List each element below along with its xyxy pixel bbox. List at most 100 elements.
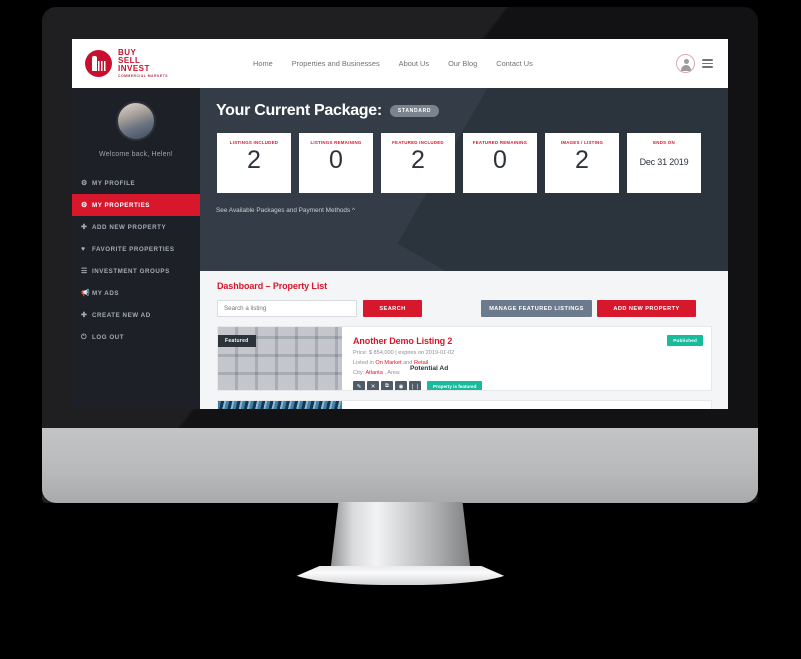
listing-row[interactable]: Featured Demo Listing 2 Price: $ 1,254,3… — [217, 400, 712, 409]
screenshot-stage: BUY SELL INVEST COMMERCIAL MARKETS Home … — [0, 0, 801, 659]
stat-label: LISTINGS REMAINING — [310, 140, 362, 145]
dashboard-content: Dashboard – Property List SEARCH MANAGE … — [200, 271, 728, 409]
listing-details: Another Demo Listing 2 Price: $ 854,000 … — [342, 327, 711, 390]
sidebar-label-add-new-property: ADD NEW PROPERTY — [92, 223, 167, 231]
power-icon: ⏻ — [81, 333, 88, 341]
stat-label: ENDS ON — [653, 140, 675, 145]
sidebar-item-create-new-ad[interactable]: ✚ CREATE NEW AD — [72, 304, 200, 326]
gear-icon: ⚙ — [81, 201, 88, 209]
dashboard-sidebar: Welcome back, Helen! ⚙ MY PROFILE ⚙ MY P… — [72, 88, 200, 409]
listing-row[interactable]: Featured Another Demo Listing 2 Price: $… — [217, 326, 712, 391]
main-navigation: Home Properties and Businesses About Us … — [253, 59, 533, 68]
listing-action-bar: ✎ ✕ ⧉ ◉ ❘❘ Property is featured — [353, 381, 701, 390]
heart-icon: ♥ — [81, 245, 86, 253]
sidebar-item-my-properties[interactable]: ⚙ MY PROPERTIES — [72, 194, 200, 216]
sidebar-item-investment-groups[interactable]: ☰ INVESTMENT GROUPS — [72, 260, 200, 282]
logo-line-3: INVEST — [118, 64, 150, 74]
featured-badge: Featured — [218, 335, 256, 347]
sidebar-item-my-profile[interactable]: ⚙ MY PROFILE — [72, 172, 200, 194]
sidebar-label-my-properties: MY PROPERTIES — [92, 201, 150, 209]
manage-featured-listings-button[interactable]: MANAGE FEATURED LISTINGS — [481, 300, 592, 317]
stat-card-listings-remaining: LISTINGS REMAINING 0 — [299, 133, 373, 193]
delete-icon[interactable]: ✕ — [367, 381, 379, 390]
listing-details: Demo Listing 2 Price: $ 1,254,300 | expi… — [342, 401, 711, 409]
view-icon[interactable]: ◉ — [395, 381, 407, 390]
megaphone-icon: 📢 — [81, 289, 91, 297]
listing-price-line: Price: $ 854,000 | expires on 2019-01-02 — [353, 350, 455, 356]
monitor-stand-base — [288, 566, 513, 585]
stat-label: FEATURED INCLUDED — [392, 140, 444, 145]
listing-thumbnail: Featured — [218, 327, 342, 390]
stat-value: 2 — [411, 146, 425, 174]
stat-value: 0 — [329, 146, 343, 174]
stat-label: LISTINGS INCLUDED — [229, 140, 279, 145]
stat-card-featured-included: FEATURED INCLUDED 2 — [381, 133, 455, 193]
package-title: Your Current Package: — [216, 102, 382, 119]
sidebar-menu: ⚙ MY PROFILE ⚙ MY PROPERTIES ✚ ADD NEW P… — [72, 172, 200, 348]
page-title: Dashboard – Property List — [217, 281, 328, 291]
nav-link-about-us[interactable]: About Us — [399, 59, 429, 68]
sidebar-item-favorite-properties[interactable]: ♥ FAVORITE PROPERTIES — [72, 238, 200, 260]
dashboard-toolbar: SEARCH MANAGE FEATURED LISTINGS ADD NEW … — [217, 300, 712, 317]
nav-link-contact-us[interactable]: Contact Us — [496, 59, 533, 68]
copy-icon[interactable]: ⧉ — [381, 381, 393, 390]
site-header: BUY SELL INVEST COMMERCIAL MARKETS Home … — [72, 39, 728, 88]
sidebar-item-log-out[interactable]: ⏻ LOG OUT — [72, 326, 200, 348]
stat-label: IMAGES / LISTING — [560, 140, 604, 145]
stat-value: 0 — [493, 146, 507, 174]
listing-title[interactable]: Another Demo Listing 2 — [353, 336, 701, 346]
monitor-stand-neck — [330, 502, 471, 574]
city-value[interactable]: Atlanta — [365, 370, 382, 376]
stat-card-ends-on: ENDS ON Dec 31 2019 — [627, 133, 701, 193]
logo-wordmark: BUY SELL INVEST COMMERCIAL MARKETS — [118, 48, 169, 78]
sidebar-label-favorite-properties: FAVORITE PROPERTIES — [92, 245, 175, 253]
nav-link-home[interactable]: Home — [253, 59, 273, 68]
logo-tagline: COMMERCIAL MARKETS — [118, 73, 169, 78]
user-account-icon[interactable] — [676, 54, 695, 73]
listed-prefix: Listed in — [353, 360, 376, 366]
status-badge: Published — [667, 335, 703, 346]
package-stat-cards: LISTINGS INCLUDED 2 LISTINGS REMAINING 0… — [217, 133, 728, 193]
sidebar-item-my-ads[interactable]: 📢 MY ADS — [72, 282, 200, 304]
browser-screen: BUY SELL INVEST COMMERCIAL MARKETS Home … — [72, 39, 728, 409]
plus-icon: ✚ — [81, 311, 88, 319]
welcome-message: Welcome back, Helen! — [99, 151, 173, 158]
listing-city-line: City: Atlanta , Area: — [353, 370, 701, 376]
pause-icon[interactable]: ❘❘ — [409, 381, 421, 390]
site-logo[interactable]: BUY SELL INVEST COMMERCIAL MARKETS — [85, 48, 169, 78]
see-available-packages-link[interactable]: See Available Packages and Payment Metho… — [216, 207, 355, 214]
nav-link-properties-and-businesses[interactable]: Properties and Businesses — [292, 59, 380, 68]
property-featured-pill: Property is featured — [427, 381, 483, 390]
hamburger-menu-icon[interactable] — [702, 59, 713, 68]
stat-label: FEATURED REMAINING — [472, 140, 528, 145]
monitor-chin — [42, 428, 758, 503]
listing-thumbnail: Featured — [218, 401, 342, 409]
listing-category-line: Listed in On Market and Retail — [353, 360, 701, 366]
gear-icon: ⚙ — [81, 179, 88, 187]
package-tier-badge: STANDARD — [389, 105, 440, 117]
plus-icon: ✚ — [81, 223, 88, 231]
stat-value: 2 — [575, 146, 589, 174]
city-prefix: City: — [353, 370, 366, 376]
potential-ad-label: Potential Ad — [410, 365, 449, 372]
current-package-panel: Your Current Package: STANDARD LISTINGS … — [200, 88, 728, 271]
stat-card-images-per-listing: IMAGES / LISTING 2 — [545, 133, 619, 193]
add-new-property-button[interactable]: ADD NEW PROPERTY — [597, 300, 696, 317]
search-input[interactable] — [217, 300, 357, 317]
building-logo-icon — [85, 50, 112, 77]
sidebar-label-my-ads: MY ADS — [92, 289, 120, 297]
sidebar-item-add-new-property[interactable]: ✚ ADD NEW PROPERTY — [72, 216, 200, 238]
search-button[interactable]: SEARCH — [363, 300, 422, 317]
category-on-market[interactable]: On Market — [375, 360, 401, 366]
city-suffix: , Area: — [382, 370, 401, 376]
sidebar-label-create-new-ad: CREATE NEW AD — [92, 311, 151, 319]
list-icon: ☰ — [81, 267, 88, 275]
sidebar-label-log-out: LOG OUT — [92, 333, 125, 341]
header-actions — [676, 54, 713, 73]
stat-card-featured-remaining: FEATURED REMAINING 0 — [463, 133, 537, 193]
sidebar-label-investment-groups: INVESTMENT GROUPS — [92, 267, 170, 275]
edit-icon[interactable]: ✎ — [353, 381, 365, 390]
nav-link-our-blog[interactable]: Our Blog — [448, 59, 477, 68]
stat-card-listings-included: LISTINGS INCLUDED 2 — [217, 133, 291, 193]
package-header: Your Current Package: STANDARD — [216, 102, 728, 120]
